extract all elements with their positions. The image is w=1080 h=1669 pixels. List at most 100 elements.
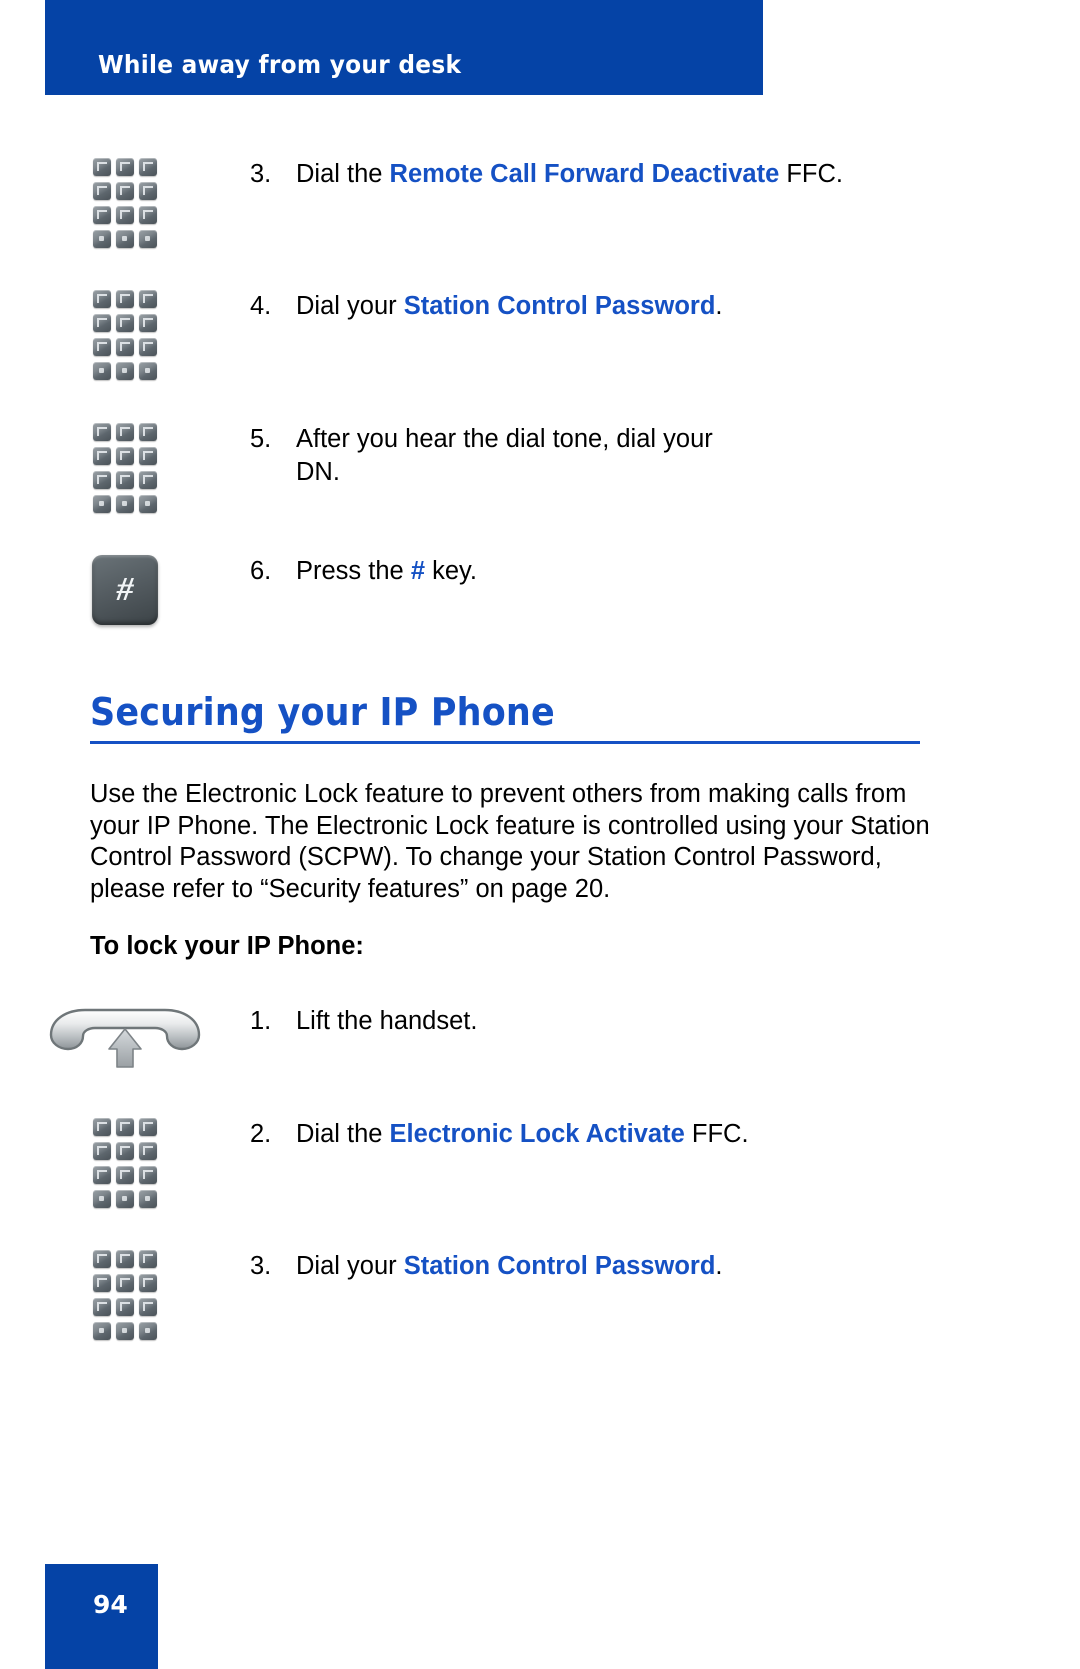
keypad-key bbox=[139, 1118, 157, 1136]
step-segment-plain: Dial the bbox=[296, 160, 390, 188]
keypad-icon bbox=[93, 158, 157, 248]
step-icon-cell bbox=[0, 1250, 250, 1340]
hash-key-icon: # bbox=[92, 555, 158, 625]
keypad-key-hash bbox=[139, 1190, 157, 1208]
step-segment-plain: . bbox=[715, 292, 723, 320]
step-segment-hash: # bbox=[410, 557, 425, 585]
step-number: 4. bbox=[250, 292, 272, 320]
keypad-key bbox=[116, 1166, 134, 1184]
step-row: 5. After you hear the dial tone, dial yo… bbox=[0, 423, 1000, 513]
keypad-key bbox=[139, 471, 157, 489]
section-paragraph: Use the Electronic Lock feature to preve… bbox=[90, 780, 930, 903]
keypad-key bbox=[93, 182, 111, 200]
keypad-key bbox=[93, 447, 111, 465]
keypad-key bbox=[139, 1250, 157, 1268]
keypad-key bbox=[116, 1118, 134, 1136]
step-segment-plain: FFC. bbox=[779, 160, 844, 188]
keypad-key-star bbox=[93, 362, 111, 380]
keypad-key-star bbox=[93, 1322, 111, 1340]
keypad-key bbox=[93, 1118, 111, 1136]
step-text: 6. Press the # key. bbox=[250, 555, 1000, 588]
keypad-key-zero bbox=[116, 1322, 134, 1340]
keypad-key bbox=[93, 1298, 111, 1316]
handset-icon bbox=[45, 1005, 205, 1071]
keypad-key bbox=[116, 158, 134, 176]
keypad-key bbox=[93, 471, 111, 489]
step-number: 5. bbox=[250, 425, 272, 453]
keypad-key-hash bbox=[139, 230, 157, 248]
keypad-icon bbox=[93, 290, 157, 380]
keypad-key bbox=[139, 423, 157, 441]
keypad-icon bbox=[93, 423, 157, 513]
keypad-key bbox=[116, 423, 134, 441]
keypad-key-zero bbox=[116, 362, 134, 380]
running-header-bar: While away from your desk bbox=[45, 0, 763, 95]
step-body: After you hear the dial tone, dial your … bbox=[296, 425, 713, 486]
keypad-key bbox=[116, 290, 134, 308]
step-row: 4. Dial your Station Control Password. bbox=[0, 290, 1000, 380]
running-header-title: While away from your desk bbox=[98, 50, 462, 79]
step-row: 3. Dial the Remote Call Forward Deactiva… bbox=[0, 158, 1000, 248]
step-number: 6. bbox=[250, 557, 272, 585]
section-heading: Securing your IP Phone bbox=[90, 690, 920, 734]
keypad-key bbox=[93, 290, 111, 308]
keypad-icon bbox=[93, 1250, 157, 1340]
keypad-key bbox=[116, 471, 134, 489]
step-segment-emphasis: Station Control Password bbox=[403, 1252, 716, 1280]
step-number: 3. bbox=[250, 160, 272, 188]
keypad-key bbox=[93, 158, 111, 176]
step-text: 3. Dial your Station Control Password. bbox=[250, 1250, 1000, 1283]
step-text: 4. Dial your Station Control Password. bbox=[250, 290, 1000, 323]
step-body: Dial your Station Control Password. bbox=[296, 290, 1000, 323]
step-number: 1. bbox=[250, 1007, 272, 1035]
step-segment-plain: key. bbox=[425, 557, 477, 585]
section-heading-rule bbox=[90, 741, 920, 744]
keypad-key bbox=[116, 447, 134, 465]
keypad-key bbox=[93, 423, 111, 441]
keypad-key bbox=[139, 314, 157, 332]
footer-page-block: 94 bbox=[45, 1564, 158, 1669]
keypad-key bbox=[93, 1166, 111, 1184]
step-icon-cell bbox=[0, 290, 250, 380]
keypad-key bbox=[116, 1142, 134, 1160]
step-segment-plain: . bbox=[715, 1252, 723, 1280]
keypad-key-star bbox=[93, 230, 111, 248]
step-segment-plain: FFC. bbox=[684, 1120, 749, 1148]
step-row: 1. Lift the handset. bbox=[0, 1005, 1000, 1071]
step-body: Dial the Electronic Lock Activate FFC. bbox=[296, 1118, 1000, 1151]
keypad-key-zero bbox=[116, 495, 134, 513]
keypad-key bbox=[116, 182, 134, 200]
step-icon-cell: # bbox=[0, 555, 250, 625]
keypad-key bbox=[116, 1250, 134, 1268]
step-icon-cell bbox=[0, 1118, 250, 1208]
step-body: Dial your Station Control Password. bbox=[296, 1250, 1000, 1283]
keypad-key bbox=[93, 314, 111, 332]
step-row: 2. Dial the Electronic Lock Activate FFC… bbox=[0, 1118, 1000, 1208]
step-number: 3. bbox=[250, 1252, 272, 1280]
step-icon-cell bbox=[0, 1005, 250, 1071]
keypad-key bbox=[139, 182, 157, 200]
procedure-label: To lock your IP Phone: bbox=[90, 932, 364, 960]
keypad-key-hash bbox=[139, 495, 157, 513]
keypad-key bbox=[93, 338, 111, 356]
keypad-key bbox=[139, 158, 157, 176]
keypad-key bbox=[139, 206, 157, 224]
keypad-key bbox=[116, 1274, 134, 1292]
keypad-key bbox=[139, 1166, 157, 1184]
keypad-key bbox=[93, 1142, 111, 1160]
keypad-key-hash bbox=[139, 1322, 157, 1340]
step-number: 2. bbox=[250, 1120, 272, 1148]
step-icon-cell bbox=[0, 158, 250, 248]
step-body: Dial the Remote Call Forward Deactivate … bbox=[296, 158, 1000, 191]
keypad-key-zero bbox=[116, 230, 134, 248]
step-segment-plain: Press the bbox=[296, 557, 411, 585]
keypad-key bbox=[139, 1298, 157, 1316]
keypad-key bbox=[139, 447, 157, 465]
keypad-icon bbox=[93, 1118, 157, 1208]
keypad-key bbox=[139, 338, 157, 356]
step-segment-plain: Dial your bbox=[296, 292, 404, 320]
keypad-key bbox=[116, 1298, 134, 1316]
step-text: 2. Dial the Electronic Lock Activate FFC… bbox=[250, 1118, 1000, 1151]
keypad-key bbox=[116, 338, 134, 356]
keypad-key bbox=[93, 1274, 111, 1292]
